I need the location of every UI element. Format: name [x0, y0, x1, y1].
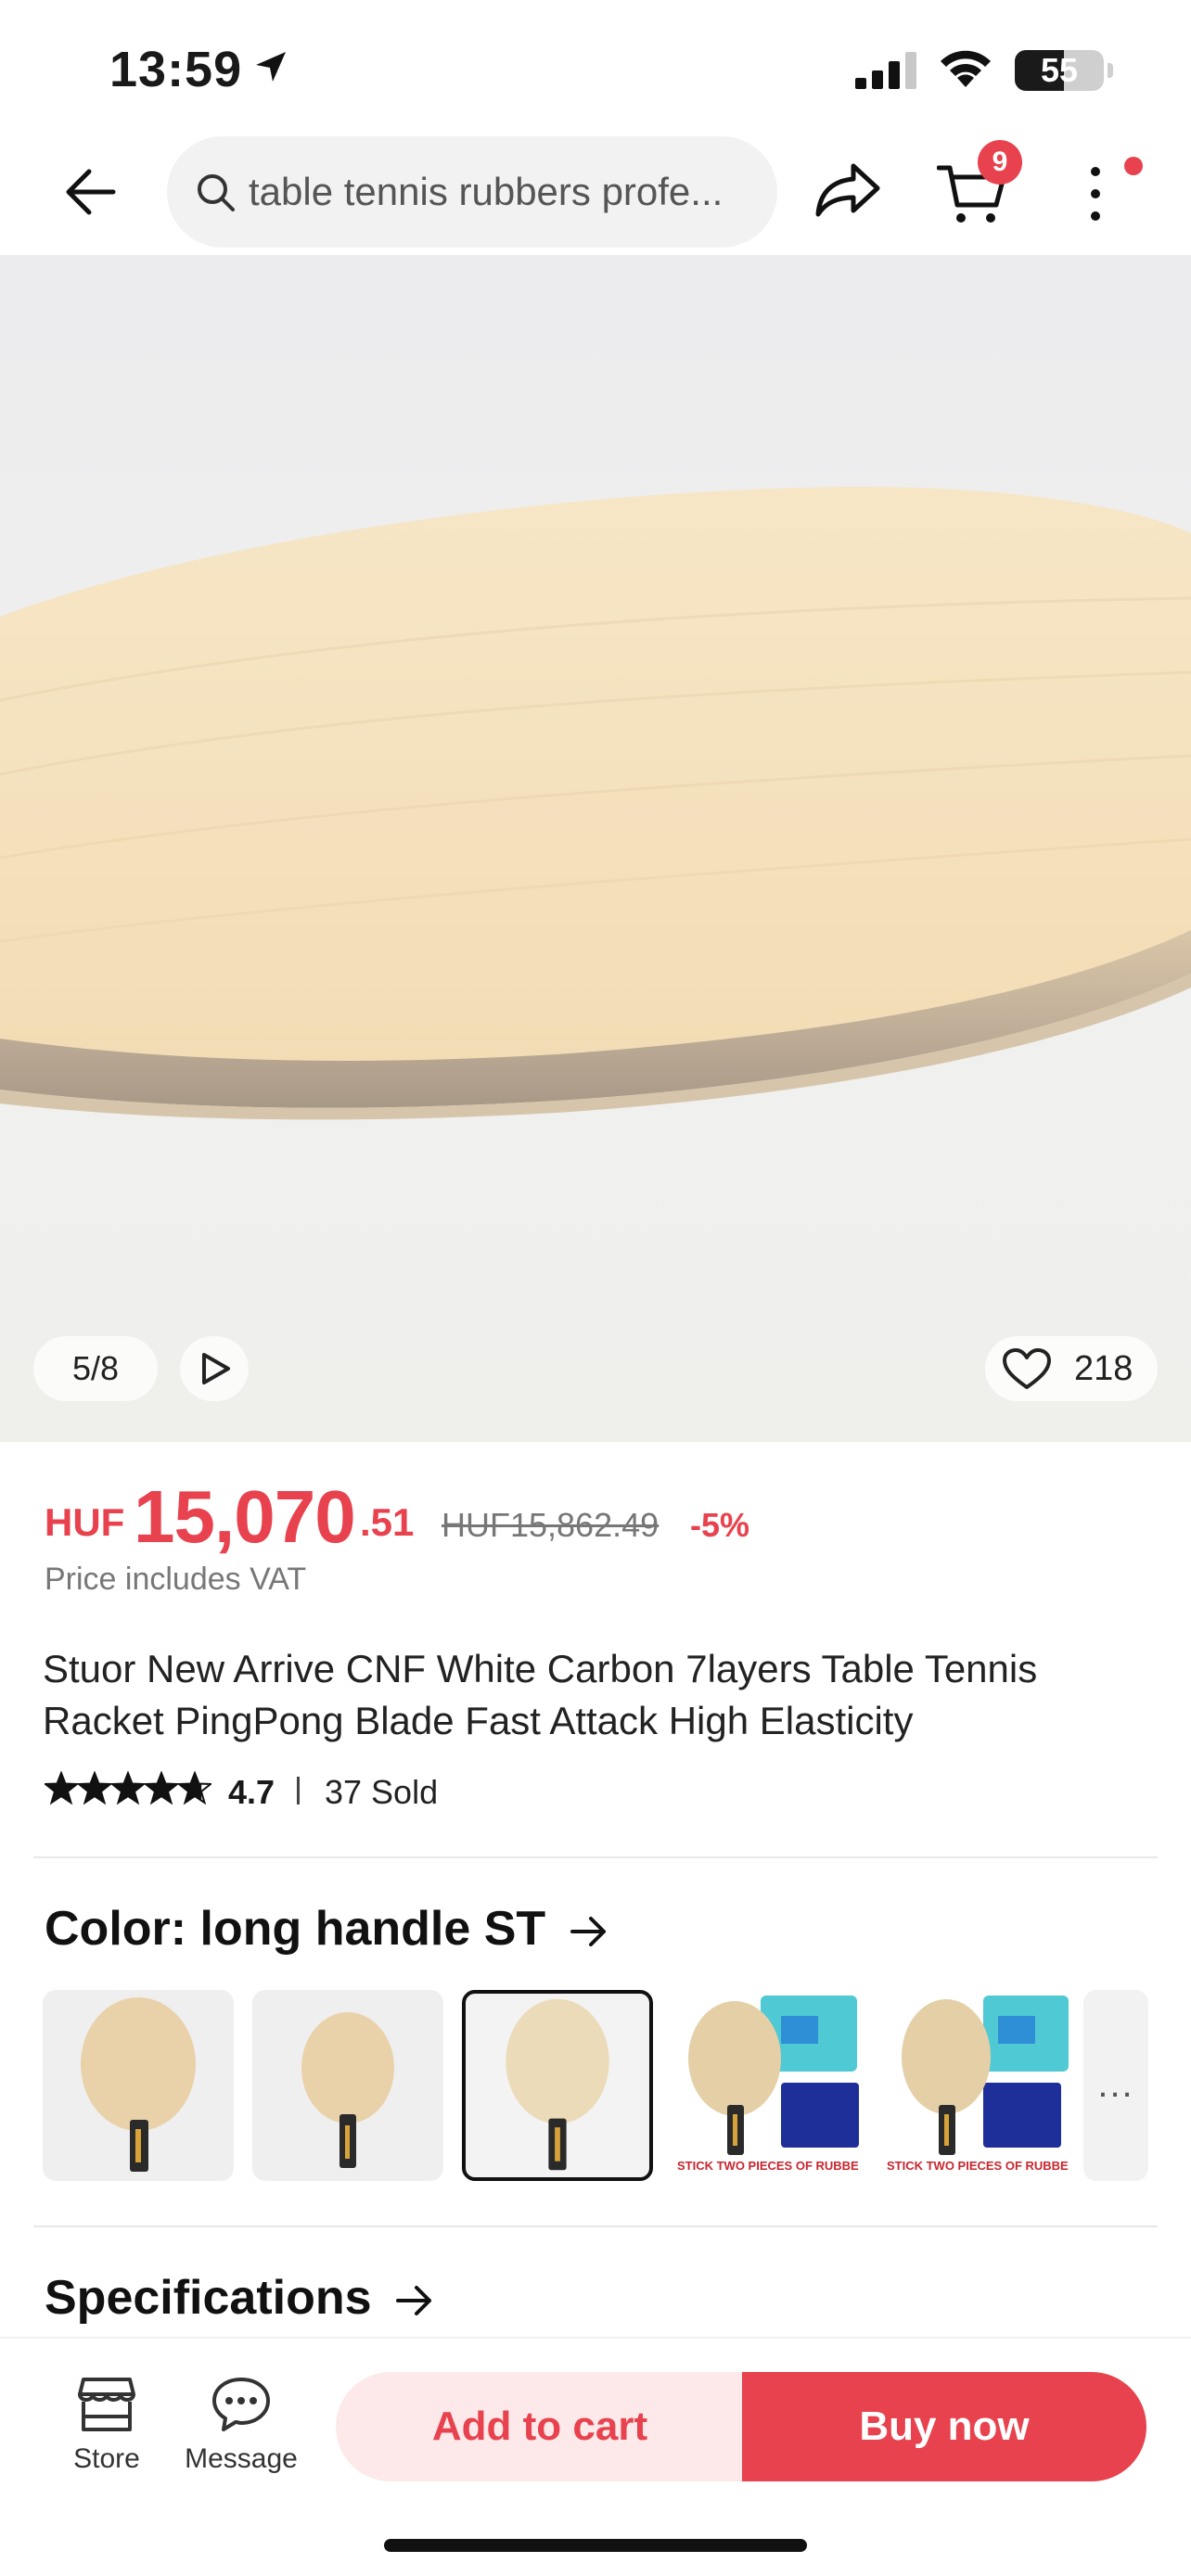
rating-separator: [297, 1777, 300, 1804]
home-indicator[interactable]: [384, 2539, 807, 2552]
search-input[interactable]: table tennis rubbers profe...: [167, 136, 777, 248]
message-label: Message: [185, 2443, 298, 2474]
search-icon: [198, 174, 235, 211]
variant-option-1[interactable]: [43, 1990, 234, 2181]
signal-icon: [855, 52, 916, 89]
battery-level: 55: [1040, 51, 1079, 89]
play-icon: [202, 1353, 230, 1384]
wifi-icon: [941, 50, 991, 87]
specifications-heading[interactable]: Specifications: [45, 2270, 435, 2326]
store-button[interactable]: Store: [56, 2376, 158, 2475]
divider: [33, 2225, 1158, 2227]
sold-count: 37 Sold: [325, 1773, 439, 1811]
variant-blade-image: [902, 1996, 1069, 2155]
variant-option-2[interactable]: [252, 1990, 443, 2181]
arrow-right-icon: [396, 2286, 432, 2316]
variant-blade-image: [81, 1997, 196, 2172]
variant-label: STICK TWO PIECES OF RUBBERS: [677, 2159, 859, 2173]
product-title: Stuor New Arrive CNF White Carbon 7layer…: [43, 1647, 1038, 1742]
arrow-right-icon: [570, 1917, 606, 1947]
color-variants: STICK TWO PIECES OF RUBBERS STICK TWO PI…: [43, 1990, 1156, 2183]
rating-value: 4.7: [228, 1773, 275, 1811]
back-arrow-icon[interactable]: [61, 162, 121, 222]
product-image-gallery[interactable]: 5/8 218: [0, 255, 1191, 1442]
nav-bar: table tennis rubbers profe... 9: [0, 134, 1191, 255]
search-query-text: table tennis rubbers profe...: [249, 170, 724, 213]
play-video-button[interactable]: [180, 1336, 249, 1401]
share-icon[interactable]: [813, 160, 883, 220]
cart-count-badge: 9: [978, 140, 1022, 185]
variant-label: STICK TWO PIECES OF RUBBER: [887, 2159, 1069, 2173]
variant-option-5[interactable]: STICK TWO PIECES OF RUBBER: [881, 1990, 1072, 2181]
message-button[interactable]: Message: [176, 2376, 306, 2475]
product-photo: [0, 486, 1191, 1120]
store-icon: [78, 2378, 135, 2431]
image-counter: 5/8: [33, 1336, 158, 1401]
add-to-cart-button[interactable]: Add to cart: [336, 2372, 744, 2481]
specifications-heading-text: Specifications: [45, 2271, 372, 2325]
wishlist-button[interactable]: 218: [985, 1336, 1158, 1401]
status-bar: 13:59 55: [0, 0, 1191, 139]
variant-blade-image: [301, 2012, 394, 2168]
variant-option-4[interactable]: STICK TWO PIECES OF RUBBERS: [672, 1990, 863, 2181]
heart-icon: [1003, 1348, 1051, 1389]
location-arrow-icon: [256, 52, 286, 82]
divider: [33, 1856, 1158, 1858]
wishlist-count: 218: [1074, 1349, 1133, 1388]
price-currency: HUF: [45, 1500, 125, 1544]
battery-tip: [1108, 63, 1113, 78]
more-variants-label: ...: [1097, 2064, 1134, 2105]
buy-now-button[interactable]: Buy now: [742, 2372, 1146, 2481]
rating-stars: [45, 1772, 211, 1804]
notification-dot: [1124, 157, 1143, 175]
more-variants-button[interactable]: ...: [1083, 1990, 1148, 2181]
variant-blade-image: [506, 1998, 609, 2171]
status-time: 13:59: [109, 42, 243, 97]
discount-badge: -5%: [690, 1506, 750, 1544]
store-label: Store: [73, 2443, 140, 2474]
message-icon: [212, 2378, 270, 2431]
more-vertical-icon[interactable]: [1082, 162, 1109, 227]
price-amount: 15,070: [134, 1475, 356, 1558]
original-price: HUF15,862.49: [442, 1506, 660, 1544]
color-heading-text: Color: long handle ST: [45, 1902, 546, 1956]
color-section-heading[interactable]: Color: long handle ST: [45, 1901, 609, 1957]
variant-option-3[interactable]: [462, 1990, 653, 2181]
battery-indicator: 55: [1015, 50, 1104, 91]
price-decimal: .51: [360, 1500, 415, 1544]
vat-note: Price includes VAT: [45, 1562, 307, 1597]
variant-blade-image: [688, 1996, 859, 2155]
